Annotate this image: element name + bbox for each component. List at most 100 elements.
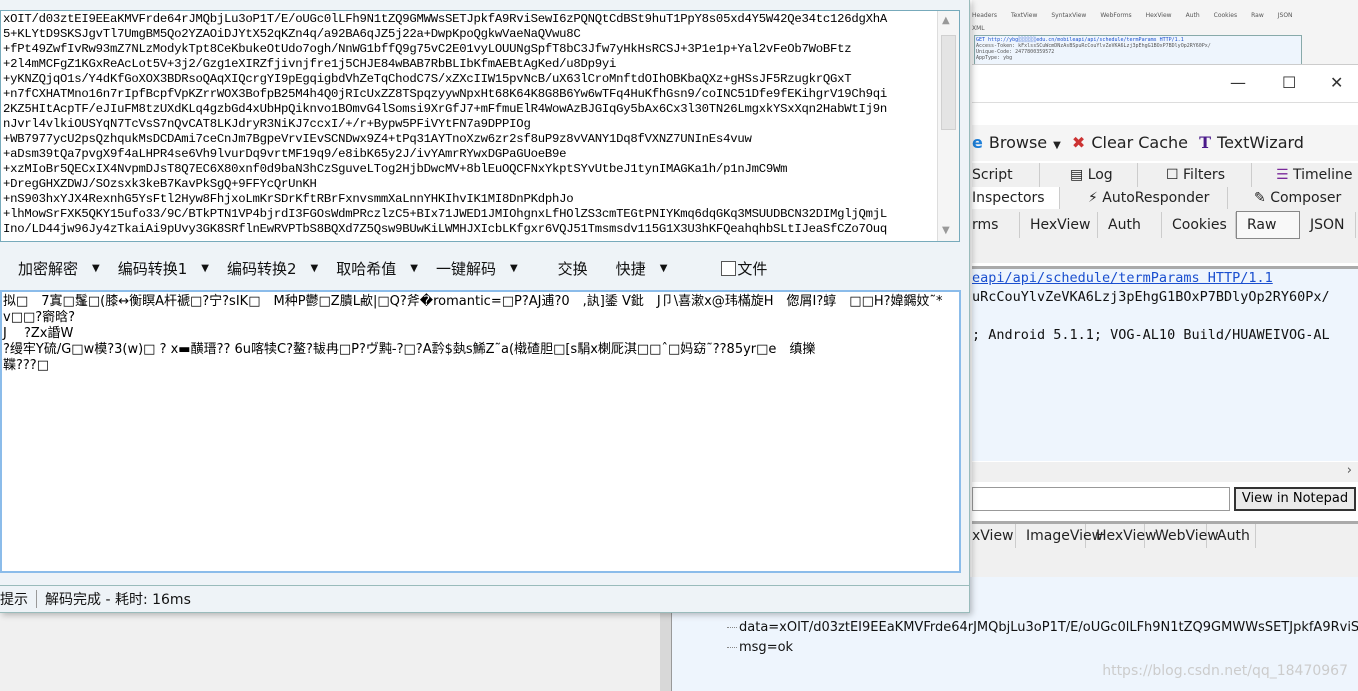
tab-autoresponder[interactable]: ⚡ AutoResponder xyxy=(1060,187,1228,209)
thumb-tab: XML xyxy=(972,25,985,32)
decoder-toolbar: 加密解密 ▼ 编码转换1 ▼ 编码转换2 ▼ 取哈希值 ▼ 一键解码 ▼ 交换 快捷 ▼ 文件 xyxy=(0,252,960,284)
input-line: Ino/LD44jw96Jy4zTkaiAi9pUvy3GK8SRflnEwRV… xyxy=(3,222,888,236)
fiddler-toolbar: e Browse ▼ ✖ Clear Cache T TextWizard xyxy=(972,125,1358,161)
tab-timeline[interactable]: ☰ Timeline xyxy=(1252,163,1358,187)
textwizard-icon: T xyxy=(1199,133,1212,152)
tab-webforms[interactable]: rms xyxy=(972,212,1020,238)
thumb-tab: SyntaxView xyxy=(1051,12,1087,19)
dropdown-arrow-icon[interactable]: ▼ xyxy=(510,263,518,274)
input-line: +2l4mMCFgZ1KGxReAcLot5V+3j2/Gzg1eXIRZfji… xyxy=(3,57,617,71)
output-text: 拟□ 7寘□鬔□(膝↔衡瞑A杆褫□?宁?sIK□ M种P鬱□Z膭L欳|□Q?斧�… xyxy=(3,294,943,373)
input-line: +DregGHXZDWJ/SOzsxk3keB7KavPkSgQ+9FFYcQr… xyxy=(3,177,317,191)
tab-raw[interactable]: Raw xyxy=(1236,211,1300,239)
tab-auth[interactable]: Auth xyxy=(1098,212,1162,238)
input-line: +yKNZQjqO1s/Y4dKfGoXOX3BDRsoQAqXIQcrgYI9… xyxy=(3,72,852,86)
tab-cookies[interactable]: Cookies xyxy=(1162,212,1236,238)
toolbar-menu-1[interactable]: 加密解密 ▼ xyxy=(18,258,100,279)
horizontal-scrollbar[interactable]: › xyxy=(972,462,1358,482)
thumb-tab: Headers xyxy=(972,12,997,19)
splitter[interactable] xyxy=(660,612,672,691)
thumb-tab: Raw xyxy=(1251,12,1264,19)
tab-webview[interactable]: WebView xyxy=(1145,524,1219,548)
textwizard-button[interactable]: TextWizard xyxy=(1217,133,1304,152)
input-line: +xzMIoBr5QECxIX4NvpmDJsT8Q7EC6X80xnf0d9b… xyxy=(3,162,788,176)
thumb-tab: Auth xyxy=(1185,12,1200,19)
tab-script[interactable]: Script xyxy=(972,163,1040,187)
input-line: 2KZ5HItAcpTF/eJIuFM8tzUXdKLq4gzbGd4xUbHp… xyxy=(3,102,888,116)
input-textarea[interactable]: xOIT/d03ztEI9EEaKMVFrde64rJMQbjLu3oP1T/E… xyxy=(0,10,960,242)
response-tabs: xView ImageViewHexViewWebViewAuth xyxy=(972,521,1358,577)
toolbar-menu-7[interactable]: 快捷 ▼ xyxy=(616,258,668,279)
tab-inspectors[interactable]: Inspectors xyxy=(972,187,1060,209)
thumb-tab: TextView xyxy=(1010,12,1038,19)
status-divider xyxy=(36,589,37,608)
input-line: +nS903hxYJX4RexnhG5YsFtl2Hyw8FhjxoLmKrSD… xyxy=(3,192,574,206)
main-tabs-row2: Inspectors ⚡ AutoResponder ✎ Composer xyxy=(972,187,1358,211)
input-line: +n7fCXHATMno16n7rIpfBcpfVpKZrrWOX3BofpB2… xyxy=(3,87,888,101)
thumb-tab: HexView xyxy=(1145,12,1172,19)
tab-hexview[interactable]: HexView xyxy=(1020,212,1098,238)
toolbar-menu-label: 加密解密 xyxy=(18,259,79,278)
toolbar-menu-4[interactable]: 取哈希值 ▼ xyxy=(336,258,418,279)
request-url-link[interactable]: eapi/api/schedule/termParams HTTP/1.1 xyxy=(972,270,1273,286)
dropdown-arrow-icon[interactable]: ▼ xyxy=(410,263,418,274)
tab-imageview[interactable]: ImageView xyxy=(1016,524,1103,548)
input-line: +WB7977ycU2psQzhqukMsDCDAmi7ceCnJm7BgpeV… xyxy=(3,132,752,146)
toolbar-menu-3[interactable]: 编码转换2 ▼ xyxy=(227,258,318,279)
status-label: 提示 xyxy=(0,591,28,608)
request-raw-text: eapi/api/schedule/termParams HTTP/1.1 uR… xyxy=(972,266,1358,461)
dropdown-arrow-icon[interactable]: ▼ xyxy=(201,263,209,274)
minimize-button[interactable]: — xyxy=(1230,73,1246,92)
request-tabs: rms HexView Auth Cookies Raw JSON xyxy=(972,211,1358,263)
input-line: xOIT/d03ztEI9EEaKMVFrde64rJMQbjLu3oP1T/E… xyxy=(3,12,888,26)
decoder-window: xOIT/d03ztEI9EEaKMVFrde64rJMQbjLu3oP1T/E… xyxy=(0,0,970,613)
dropdown-arrow-icon[interactable]: ▼ xyxy=(311,263,319,274)
toolbar-menu-2[interactable]: 编码转换1 ▼ xyxy=(118,258,209,279)
dropdown-icon[interactable]: ▼ xyxy=(1053,140,1061,151)
tab-filters[interactable]: ☐ Filters xyxy=(1138,163,1252,187)
close-button[interactable]: ✕ xyxy=(1330,73,1343,92)
browse-button[interactable]: Browse xyxy=(989,133,1047,152)
dropdown-arrow-icon[interactable]: ▼ xyxy=(92,263,100,274)
file-checkbox[interactable]: 文件 xyxy=(721,258,767,279)
tab-json[interactable]: JSON xyxy=(1300,212,1356,238)
tree-item-msg[interactable]: msg=ok xyxy=(727,640,793,655)
dropdown-arrow-icon[interactable]: ▼ xyxy=(660,263,668,274)
vertical-scrollbar[interactable]: ▲ ▼ xyxy=(937,11,959,241)
checkbox-icon[interactable] xyxy=(721,260,737,276)
toolbar-menu-6[interactable]: 交换 xyxy=(558,258,588,279)
tab-hexview-response[interactable]: HexView xyxy=(1086,524,1156,548)
input-line: +aDsm39tQa7pvgX9f4aLHPR4se6Vh9lvurDq9vrt… xyxy=(3,147,567,161)
output-textarea[interactable]: 拟□ 7寘□鬔□(膝↔衡瞑A杆褫□?宁?sIK□ M种P鬱□Z膭L欳|□Q?斧�… xyxy=(0,290,961,573)
find-input[interactable] xyxy=(972,487,1230,511)
toolbar-menu-label: 快捷 xyxy=(615,259,646,278)
clear-cache-icon: ✖ xyxy=(1071,133,1086,152)
user-agent-line: ; Android 5.1.1; VOG-AL10 Build/HUAWEIVO… xyxy=(972,327,1330,343)
scroll-thumb[interactable] xyxy=(941,35,956,130)
clear-cache-button[interactable]: Clear Cache xyxy=(1091,133,1188,152)
file-checkbox-label: 文件 xyxy=(737,259,768,278)
scroll-down-icon[interactable]: ▼ xyxy=(942,225,950,236)
status-bar: 提示 解码完成 - 耗时: 16ms xyxy=(0,585,970,611)
tree-item-data[interactable]: data=xOIT/d03ztEI9EEaKMVFrde64rJMQbjLu3o… xyxy=(727,620,1358,635)
tab-auth-response[interactable]: Auth xyxy=(1207,524,1256,548)
input-line: 5+KLYtD9SKSJgvTl7UmgBM5Qo2YZAOiDJYtX52qK… xyxy=(3,27,581,41)
main-tabs-row1: Script ▤ Log ☐ Filters ☰ Timeline xyxy=(972,163,1358,187)
toolbar-menu-label: 编码转换1 xyxy=(117,259,188,278)
toolbar-menu-label: 编码转换2 xyxy=(226,259,297,278)
ie-icon: e xyxy=(972,133,983,152)
input-line: nJvrl4vlkiOUSYqN7TcVsS7nQvCAT8LKJdryR3Ni… xyxy=(3,117,531,131)
maximize-button[interactable]: ☐ xyxy=(1282,73,1296,92)
input-text: xOIT/d03ztEI9EEaKMVFrde64rJMQbjLu3oP1T/E… xyxy=(3,12,937,237)
toolbar-menu-5[interactable]: 一键解码 ▼ xyxy=(436,258,518,279)
thumb-tab: WebForms xyxy=(1100,12,1132,19)
scroll-up-icon[interactable]: ▲ xyxy=(942,15,950,26)
tab-textview[interactable]: xView xyxy=(972,524,1016,548)
status-message: 解码完成 - 耗时: 16ms xyxy=(45,591,191,608)
thumb-tab: JSON xyxy=(1277,12,1293,19)
tab-log[interactable]: ▤ Log xyxy=(1040,163,1138,187)
chevron-right-icon[interactable]: › xyxy=(1347,463,1352,478)
tab-composer[interactable]: ✎ Composer xyxy=(1228,187,1351,209)
view-in-notepad-button[interactable]: View in Notepad xyxy=(1234,487,1356,511)
fiddler-titlebar: — ☐ ✕ xyxy=(972,65,1358,103)
